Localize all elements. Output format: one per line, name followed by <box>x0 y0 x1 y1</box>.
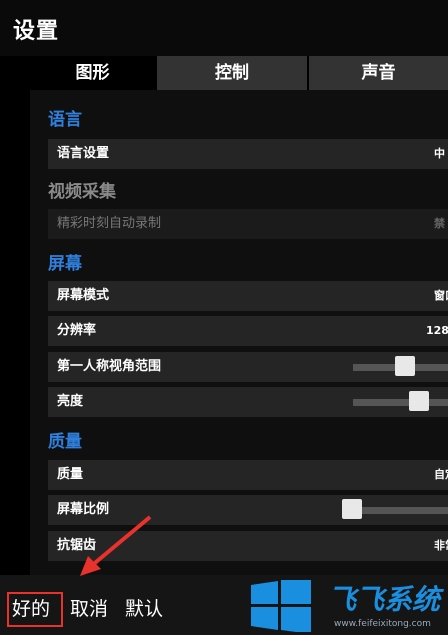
watermark-brand: 飞飞系统 <box>328 583 441 616</box>
windows-logo-icon <box>251 580 311 632</box>
annotation-arrow-icon <box>80 515 152 576</box>
watermark-url: www.feifeixitong.com <box>334 619 431 629</box>
